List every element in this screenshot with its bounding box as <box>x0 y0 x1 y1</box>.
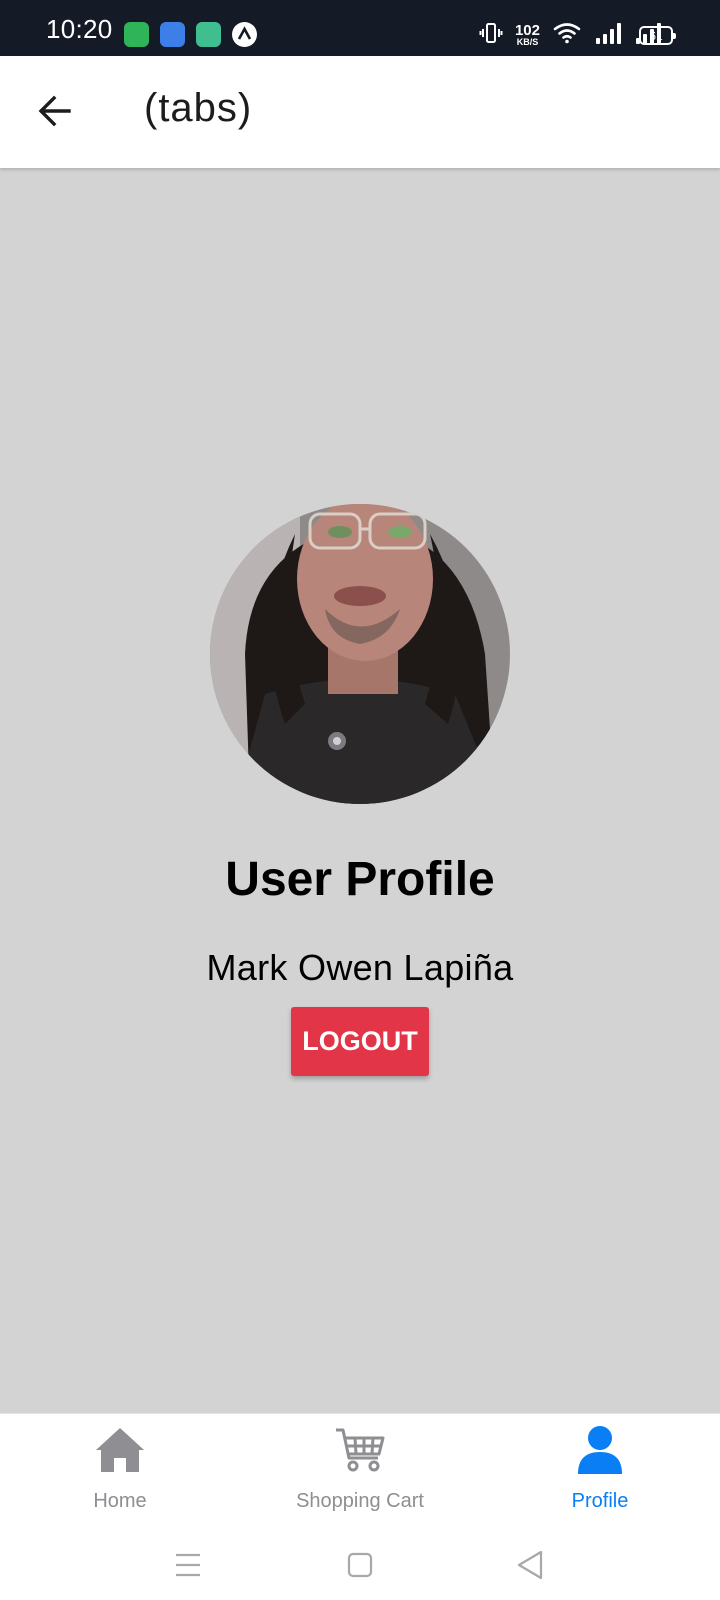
network-speed: 102 KB/S <box>515 23 540 47</box>
home-icon <box>96 1428 144 1472</box>
tab-shopping-cart-label: Shopping Cart <box>296 1490 424 1512</box>
expo-notification-icon <box>232 22 257 47</box>
square-icon <box>347 1552 373 1578</box>
status-time: 10:20 <box>46 14 113 44</box>
network-speed-unit: KB/S <box>516 37 539 47</box>
cart-icon <box>336 1428 385 1472</box>
gallery-notification-icon <box>196 22 221 47</box>
network-speed-value: 102 <box>514 22 540 39</box>
arrow-left-icon <box>38 95 71 127</box>
back-button[interactable] <box>30 86 80 136</box>
tab-shopping-cart[interactable]: Shopping Cart <box>240 1414 480 1534</box>
notification-icons <box>124 22 257 47</box>
battery-icon: 61 <box>639 26 676 45</box>
back-nav-button[interactable] <box>510 1545 550 1585</box>
app-header: (tabs) <box>0 56 720 168</box>
wifi-icon <box>552 21 582 50</box>
recent-apps-button[interactable] <box>168 1545 208 1585</box>
status-indicators: 102 KB/S <box>479 22 662 48</box>
header-title: (tabs) <box>144 86 253 130</box>
tab-home[interactable]: Home <box>0 1414 240 1534</box>
status-bar: 10:20 102 KB/S 61 <box>0 0 720 56</box>
page-title: User Profile <box>225 853 495 906</box>
tab-home-label: Home <box>93 1490 147 1512</box>
tab-profile-label: Profile <box>571 1490 629 1512</box>
signal-icon <box>594 21 622 50</box>
menu-icon <box>176 1553 200 1577</box>
app-notification-icon <box>124 22 149 47</box>
logout-button[interactable]: LOGOUT <box>291 1007 429 1076</box>
user-name: Mark Owen Lapiña <box>206 947 514 988</box>
home-button[interactable] <box>340 1545 380 1585</box>
tab-profile[interactable]: Profile <box>480 1414 720 1534</box>
triangle-back-icon <box>517 1550 543 1580</box>
message-notification-icon <box>160 22 185 47</box>
vibrate-icon <box>479 21 503 50</box>
person-icon <box>578 1426 622 1474</box>
system-nav-bar <box>0 1533 720 1600</box>
screen: 10:20 102 KB/S 61 (tabs) User Profile Ma… <box>0 0 720 1600</box>
bottom-tab-bar: Home Shopping Cart Profile <box>0 1413 720 1533</box>
avatar <box>210 504 510 804</box>
